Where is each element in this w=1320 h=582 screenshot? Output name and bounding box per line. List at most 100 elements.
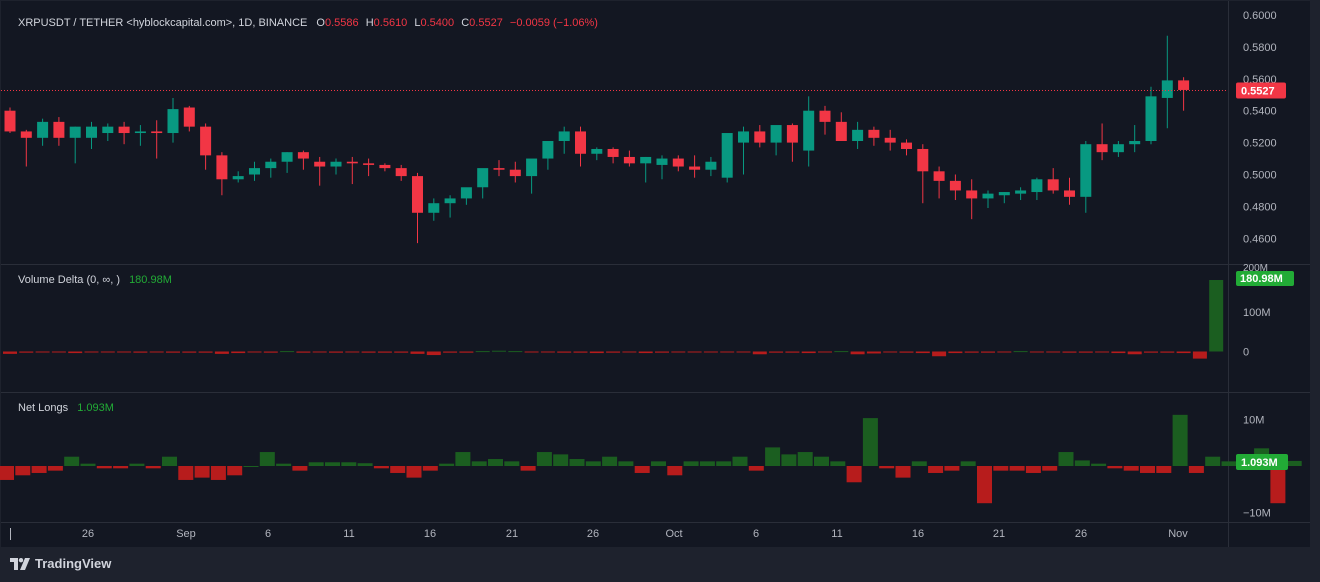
net-longs-bar (390, 466, 406, 473)
net-longs-bar (455, 452, 471, 466)
candle-body (477, 168, 489, 188)
net-longs-bar (31, 466, 47, 473)
candle-body (542, 141, 554, 159)
volume-delta-bar (801, 351, 816, 354)
candle-body (786, 125, 798, 143)
close-label: C (461, 17, 470, 29)
net-longs-legend[interactable]: Net Longs 1.093M (18, 402, 114, 414)
volume-delta-bar (280, 351, 295, 353)
net-longs-bar (1188, 466, 1204, 473)
volume-delta-bar (231, 351, 246, 354)
candle-body (721, 133, 733, 178)
volume-delta-tick-label: 100M (1243, 307, 1271, 319)
net-longs-bar (227, 466, 243, 476)
time-tick-label: 16 (424, 528, 436, 540)
volume-delta-legend[interactable]: Volume Delta (0, ∞, ) 180.98M (18, 274, 172, 286)
volume-delta-bar (296, 351, 311, 353)
net-longs-bar (553, 454, 569, 466)
price-tick-label: 0.4800 (1243, 201, 1277, 213)
net-longs-bar (341, 462, 357, 466)
net-longs-bar (178, 466, 194, 480)
price-tick-label: 0.6000 (1243, 10, 1277, 22)
net-longs-bar (15, 466, 31, 476)
volume-delta-bar (345, 351, 360, 353)
volume-delta-bar (720, 351, 735, 353)
volume-delta-title[interactable]: Volume Delta (0, ∞, ) (18, 274, 120, 286)
volume-delta-bar (1192, 351, 1207, 359)
volume-delta-bar (540, 351, 555, 353)
net-longs-bar (1025, 466, 1041, 473)
candle-body (1064, 190, 1075, 197)
net-longs-bar (634, 466, 650, 473)
net-longs-bar (1172, 414, 1188, 466)
net-longs-bar (732, 456, 748, 466)
net-longs-bar (1009, 466, 1025, 471)
net-longs-bar (1074, 460, 1090, 466)
volume-delta-bar (752, 351, 767, 355)
candle-body (20, 131, 32, 138)
candle-body (86, 126, 97, 138)
candle-body (1047, 179, 1059, 191)
net-longs-bar (960, 461, 976, 466)
volume-delta-bar (459, 351, 474, 353)
net-longs-bar (797, 452, 813, 466)
candle-body (868, 129, 880, 138)
volume-delta-bar (1046, 351, 1061, 353)
price-legend[interactable]: XRPUSDT / TETHER <hyblockcapital.com>, 1… (18, 17, 598, 29)
volume-delta-bar (443, 351, 458, 353)
tradingview-logo-icon (10, 557, 30, 570)
net-longs-bar (1270, 466, 1286, 504)
net-longs-title[interactable]: Net Longs (18, 402, 68, 414)
candle-body (819, 110, 831, 122)
candle-body (4, 110, 16, 132)
candle-body (1031, 179, 1043, 193)
net-longs-bar (683, 461, 699, 466)
net-longs-bar (1221, 461, 1237, 466)
candle-body (966, 190, 978, 199)
time-tick-label: 6 (265, 528, 271, 540)
volume-delta-bar (1029, 351, 1044, 353)
time-tick-label: 26 (82, 528, 94, 540)
candle-body (493, 168, 505, 170)
candle-body (37, 121, 49, 138)
high-value: 0.5610 (373, 17, 408, 29)
low-value: 0.5400 (420, 17, 455, 29)
chart-canvas[interactable]: 0.60000.58000.56000.54000.52000.50000.48… (0, 0, 1320, 582)
candle-body (591, 148, 603, 154)
candle-body (151, 131, 163, 134)
candle-body (1080, 144, 1092, 197)
net-longs-bar (422, 466, 438, 471)
net-longs-bar (748, 466, 764, 471)
candle-body (705, 161, 717, 170)
volume-delta-bar (671, 351, 686, 353)
tradingview-brand[interactable]: TradingView (10, 556, 111, 571)
volume-delta-bar (198, 351, 213, 353)
volume-delta-bar (655, 351, 669, 353)
candle-body (265, 161, 277, 169)
net-longs-value-label: 1.093M (1241, 457, 1278, 469)
volume-delta-bar (589, 351, 604, 354)
volume-delta-bar (785, 351, 800, 353)
volume-delta-bar (524, 351, 539, 353)
net-longs-bar (162, 456, 177, 466)
volume-delta-bar (361, 351, 376, 353)
candle-body (167, 109, 179, 134)
change-value: −0.0059 (−1.06%) (509, 17, 598, 29)
net-longs-bar (325, 462, 340, 466)
net-longs-bar (667, 466, 683, 476)
net-longs-bar (129, 463, 145, 466)
volume-delta-bar (622, 351, 637, 353)
net-longs-bar (471, 461, 487, 466)
time-tick-label: Sep (176, 528, 196, 540)
net-longs-bar (1058, 452, 1074, 466)
volume-delta-bar (329, 351, 343, 353)
volume-delta-bar (1078, 351, 1093, 353)
candle-body (232, 176, 244, 180)
candle-body (460, 187, 472, 199)
tradingview-label: TradingView (35, 556, 112, 571)
candle-body (558, 131, 570, 142)
symbol-title[interactable]: XRPUSDT / TETHER <hyblockcapital.com>, 1… (18, 17, 307, 29)
volume-delta-bar (1160, 351, 1175, 353)
volume-delta-bar (1127, 351, 1142, 355)
net-longs-bar (1107, 466, 1123, 469)
